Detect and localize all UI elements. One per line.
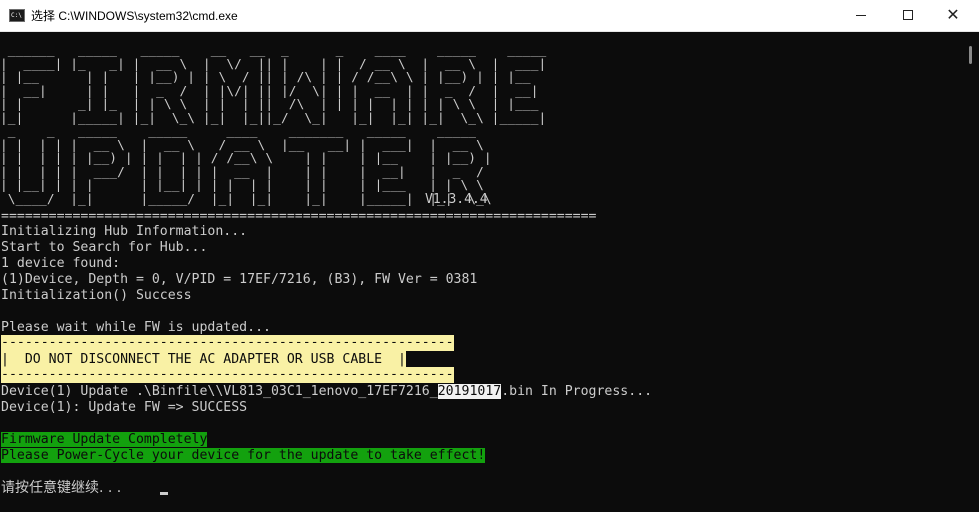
version-label: V1.3.4.4 <box>425 192 488 207</box>
console-output[interactable]: ______ _____ _____ __ __ _ _ ____ _____ … <box>0 32 963 512</box>
log-fw-success: Device(1): Update FW => SUCCESS <box>1 400 248 415</box>
log-device-found: 1 device found: <box>1 256 121 271</box>
power-cycle-text: Please Power-Cycle your device for the u… <box>1 448 486 463</box>
maximize-button[interactable] <box>884 0 930 31</box>
selected-text[interactable]: 20191017 <box>437 384 502 399</box>
log-device-info: (1)Device, Depth = 0, V/PID = 17EF/7216,… <box>1 272 478 287</box>
warning-border-bottom: ----------------------------------------… <box>1 367 454 383</box>
text-cursor <box>160 492 168 495</box>
firmware-updater-banner: ______ _____ _____ __ __ _ _ ____ _____ … <box>0 43 547 207</box>
update-path: Device(1) Update .\Binfile\\VL813_03C1_1… <box>1 384 438 399</box>
close-icon: ✕ <box>946 5 960 24</box>
minimize-button[interactable] <box>838 0 884 31</box>
cmd-window: C:\ 选择 C:\WINDOWS\system32\cmd.exe ✕ ___… <box>0 0 979 512</box>
log-update-progress: Device(1) Update .\Binfile\\VL813_03C1_1… <box>1 384 652 400</box>
press-any-key-prompt: 请按任意键继续. . . <box>1 480 126 496</box>
log-searching: Start to Search for Hub... <box>1 240 208 255</box>
update-complete-text: Firmware Update Completely <box>1 432 208 447</box>
window-title: 选择 C:\WINDOWS\system32\cmd.exe <box>31 9 238 23</box>
update-status: .bin In Progress... <box>501 384 653 399</box>
log-update-complete: Firmware Update Completely <box>1 432 208 448</box>
log-init-success: Initialization() Success <box>1 288 192 303</box>
log-please-wait: Please wait while FW is updated... <box>1 320 271 335</box>
log-initializing: Initializing Hub Information... <box>1 224 248 239</box>
close-button[interactable]: ✕ <box>930 0 976 31</box>
log-power-cycle: Please Power-Cycle your device for the u… <box>1 448 486 464</box>
warning-border-top: ----------------------------------------… <box>1 335 454 351</box>
minimize-icon <box>856 15 866 16</box>
cmd-icon: C:\ <box>9 9 25 22</box>
maximize-icon <box>903 10 913 20</box>
vertical-scrollbar[interactable] <box>963 32 979 512</box>
separator-line: ========================================… <box>1 209 597 224</box>
scrollbar-thumb[interactable] <box>969 46 972 64</box>
warning-banner: ----------------------------------------… <box>1 335 454 383</box>
title-bar[interactable]: C:\ 选择 C:\WINDOWS\system32\cmd.exe ✕ <box>0 0 979 32</box>
